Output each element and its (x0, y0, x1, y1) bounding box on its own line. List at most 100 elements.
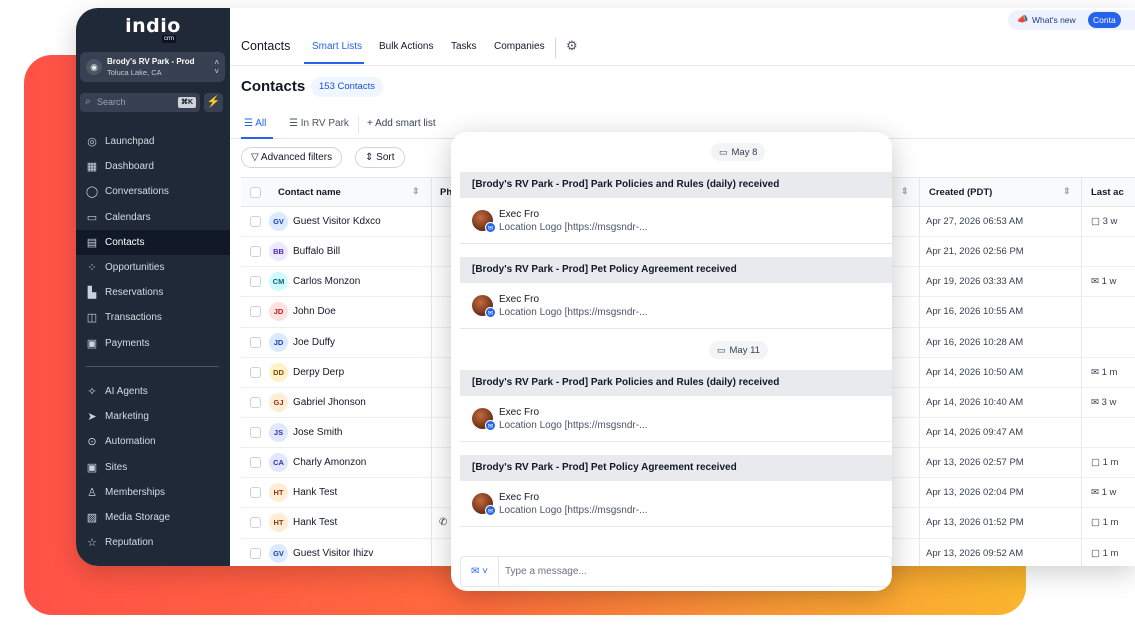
row-checkbox[interactable] (250, 366, 261, 378)
contact-name[interactable]: Joe Duffy (293, 337, 335, 348)
created-date: Apr 14, 2026 10:50 AM (926, 366, 1024, 378)
col-divider (1081, 327, 1082, 357)
chat-icon: ▢ (1091, 457, 1103, 469)
gear-icon[interactable]: ⚙ (566, 38, 578, 54)
dashboard-icon: ▦ (86, 161, 98, 174)
row-checkbox[interactable] (250, 426, 261, 438)
avatar: JD (269, 332, 288, 352)
sidebar-item-memberships[interactable]: ♙ Memberships (76, 480, 230, 505)
contact-name[interactable]: Guest Visitor Kdxco (293, 216, 381, 227)
row-checkbox[interactable] (250, 547, 261, 559)
date-label: May 8 (731, 147, 758, 158)
calendar-icon: ▭ (717, 345, 726, 355)
created-date: Apr 13, 2026 09:52 AM (926, 547, 1024, 559)
sidebar-item-media-storage[interactable]: ▨ Media Storage (76, 505, 230, 530)
row-checkbox[interactable] (250, 276, 261, 288)
tab-bulk-actions[interactable]: Bulk Actions (379, 41, 433, 52)
sidebar-item-calendars[interactable]: ▭ Calendars (76, 205, 230, 230)
sort-label: Sort (376, 152, 395, 163)
reservations-icon: ▙ (87, 287, 97, 300)
contact-name[interactable]: Hank Test (293, 517, 337, 528)
sidebar-item-automation[interactable]: ⊙ Automation (76, 429, 230, 454)
sites-icon: ▣ (86, 461, 98, 474)
col-divider (431, 417, 432, 448)
email-channel-icon: ✉ (485, 505, 496, 516)
location-icon: ◉ (86, 59, 102, 75)
contact-name[interactable]: Hank Test (293, 487, 337, 498)
row-checkbox[interactable] (250, 517, 261, 529)
message-input[interactable]: Type a message... (505, 566, 587, 577)
message-card[interactable]: [Brody's RV Park - Prod] Pet Policy Agre… (460, 257, 892, 329)
contact-name[interactable]: Gabriel Jhonson (293, 397, 366, 408)
last-activity-text: 3 w (1102, 216, 1118, 227)
row-checkbox[interactable] (250, 396, 261, 408)
row-checkbox[interactable] (250, 487, 261, 499)
col-divider (1081, 538, 1082, 566)
row-checkbox[interactable] (250, 336, 261, 348)
advanced-filters-button[interactable]: ▽ Advanced filters (241, 147, 343, 168)
sidebar-item-transactions[interactable]: ◫ Transactions (76, 305, 230, 330)
channel-select-mail-icon[interactable]: ✉ ˅ (461, 557, 499, 586)
search-input[interactable]: ⌕ Search ⌘K (80, 93, 200, 112)
quick-action-bolt-icon[interactable]: ⚡ (204, 93, 223, 112)
col-contact-name[interactable]: Contact name (278, 187, 341, 198)
last-activity: ✉ 1 w (1091, 487, 1116, 498)
tab-smart-lists[interactable]: Smart Lists (312, 41, 362, 52)
col-divider (919, 297, 920, 327)
phone-icon[interactable]: ✆ (439, 517, 447, 528)
date-label: May 11 (729, 345, 760, 356)
sidebar-item-payments[interactable]: ▣ Payments (76, 331, 230, 356)
sort-updown-icon[interactable]: ⇕ (412, 186, 420, 197)
sort-updown-icon[interactable]: ⇕ (901, 186, 909, 197)
row-checkbox[interactable] (250, 306, 261, 318)
contact-name[interactable]: Carlos Monzon (293, 276, 360, 287)
sort-updown-icon[interactable]: ⇕ (1063, 186, 1071, 197)
row-checkbox[interactable] (250, 246, 261, 258)
whats-new-link[interactable]: What's new (1032, 15, 1076, 25)
message-card[interactable]: [Brody's RV Park - Prod] Park Policies a… (460, 370, 892, 442)
topnav-title[interactable]: Contacts (241, 39, 290, 53)
sidebar-item-launchpad[interactable]: ◎ Launchpad (76, 129, 230, 154)
sidebar-item-marketing[interactable]: ➤ Marketing (76, 404, 230, 429)
location-switcher[interactable]: ◉ Brody's RV Park - Prod Toluca Lake, CA… (80, 52, 225, 82)
col-created[interactable]: Created (PDT) (929, 187, 992, 198)
row-checkbox[interactable] (250, 216, 261, 227)
select-all-checkbox[interactable] (250, 187, 261, 198)
add-smart-list-button[interactable]: + Add smart list (367, 118, 436, 129)
sidebar-item-dashboard[interactable]: ▦ Dashboard (76, 154, 230, 179)
message-preview: Location Logo [https://msgsndr-... (499, 307, 648, 318)
contact-name[interactable]: Buffalo Bill (293, 246, 340, 257)
message-card[interactable]: [Brody's RV Park - Prod] Park Policies a… (460, 172, 892, 244)
contact-name[interactable]: Jose Smith (293, 427, 342, 438)
col-divider (919, 417, 920, 448)
sender-name: Exec Fro (499, 492, 540, 503)
row-checkbox[interactable] (250, 457, 261, 469)
sidebar-item-ai-agents[interactable]: ✧ AI Agents (76, 379, 230, 404)
membership-icon: ♙ (87, 486, 97, 499)
tab-tasks[interactable]: Tasks (451, 41, 477, 52)
sidebar-item-sites[interactable]: ▣ Sites (76, 455, 230, 480)
sidebar-item-reservations[interactable]: ▙ Reservations (76, 280, 230, 305)
sidebar-item-conversations[interactable]: ◯ Conversations (76, 179, 230, 204)
list-tab-all[interactable]: ☰ All (244, 118, 266, 129)
message-card[interactable]: [Brody's RV Park - Prod] Pet Policy Agre… (460, 455, 892, 527)
sidebar-item-contacts[interactable]: ▤ Contacts (76, 229, 230, 255)
tab-companies[interactable]: Companies (494, 41, 545, 52)
avatar: GJ (269, 392, 288, 412)
contact-name[interactable]: Derpy Derp (293, 367, 344, 378)
sidebar-nav-primary: ◎ Launchpad ▦ Dashboard ◯ Conversations ▭ Calen… (76, 129, 230, 356)
contact-name[interactable]: Guest Visitor Ihizv (293, 548, 373, 559)
sparkle-icon: ✧ (87, 386, 97, 399)
sidebar-item-opportunities[interactable]: ⁘ Opportunities (76, 255, 230, 280)
created-date: Apr 14, 2026 10:40 AM (926, 396, 1024, 408)
sort-button[interactable]: ⇕ Sort (355, 147, 405, 168)
contact-button[interactable]: Conta (1088, 12, 1121, 28)
contact-name[interactable]: Charly Amonzon (293, 457, 366, 468)
contact-name[interactable]: John Doe (293, 306, 336, 317)
list-tab-in-rv-park[interactable]: ☰ In RV Park (289, 118, 349, 129)
conversation-panel: ▭ May 8 [Brody's RV Park - Prod] Park Pol… (451, 132, 892, 591)
message-body: ✉ Exec Fro Location Logo [https://msgsnd… (460, 481, 892, 527)
last-activity-text: 1 w (1101, 487, 1117, 499)
sidebar-item-reputation[interactable]: ☆ Reputation (76, 530, 230, 555)
col-last-activity[interactable]: Last ac (1091, 187, 1124, 198)
